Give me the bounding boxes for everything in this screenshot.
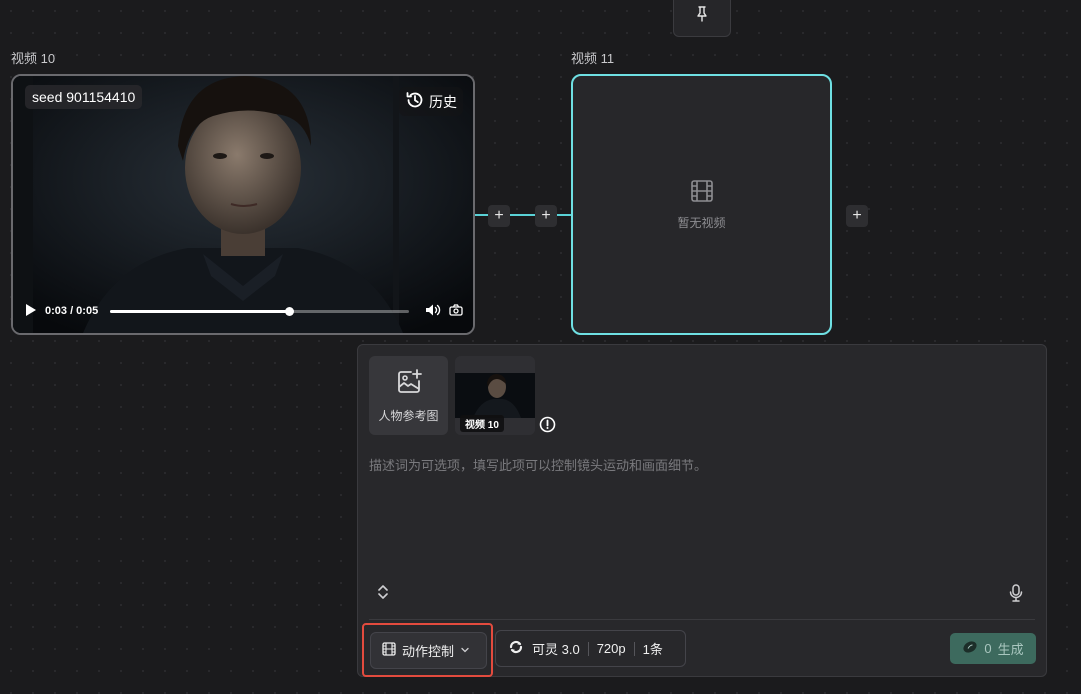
- expand-icon[interactable]: [377, 584, 389, 605]
- empty-video-text: 暂无视频: [677, 215, 726, 230]
- warning-icon[interactable]: [539, 416, 556, 438]
- pin-button[interactable]: [673, 0, 731, 37]
- video-controls: 0:03 / 0:05: [25, 301, 463, 321]
- plus-icon: +: [541, 207, 551, 224]
- resolution-value: 720p: [596, 641, 626, 656]
- count-value: 1条: [642, 642, 663, 657]
- plus-icon: +: [494, 207, 504, 224]
- video-reference-thumbnail[interactable]: 视频 10: [455, 356, 535, 435]
- panel-divider: [369, 619, 1035, 620]
- mic-icon[interactable]: [1009, 584, 1023, 607]
- seed-badge: seed 901154410: [25, 85, 143, 109]
- film-icon: [690, 179, 714, 208]
- mode-select-button[interactable]: 动作控制: [370, 632, 487, 669]
- generation-panel: 人物参考图 视频 10 动作控制: [357, 344, 1047, 677]
- history-button[interactable]: 历史: [399, 87, 463, 116]
- mode-label: 动作控制: [402, 644, 455, 659]
- character-reference-upload[interactable]: 人物参考图: [369, 356, 448, 435]
- node-label-video10: 视频 10: [11, 51, 56, 66]
- model-name: 可灵 3.0: [532, 642, 580, 657]
- chevron-down-icon: [460, 643, 470, 658]
- history-label: 历史: [429, 93, 457, 110]
- mode-highlight: 动作控制: [362, 623, 493, 677]
- thumbnail-tag: 视频 10: [460, 415, 504, 432]
- generate-cost: 0: [984, 641, 992, 656]
- model-settings-button[interactable]: 可灵 3.0 720p 1条: [495, 630, 686, 667]
- progress-bar[interactable]: [110, 306, 409, 316]
- model-logo-icon: [508, 639, 524, 658]
- camera-icon[interactable]: [449, 303, 463, 319]
- generate-button[interactable]: 0 生成: [950, 633, 1036, 664]
- credit-icon: [962, 640, 978, 657]
- video-node-10[interactable]: seed 901154410 历史 0:03 / 0:05: [11, 74, 475, 335]
- add-node-button-left-of-11[interactable]: +: [535, 205, 557, 227]
- add-node-button-right-of-11[interactable]: +: [846, 205, 868, 227]
- plus-icon: +: [852, 207, 862, 224]
- add-node-button-right-of-10[interactable]: +: [488, 205, 510, 227]
- volume-icon[interactable]: [425, 303, 441, 320]
- history-icon: [405, 90, 425, 113]
- pin-icon: [695, 6, 709, 27]
- time-display: 0:03 / 0:05: [45, 305, 99, 317]
- video-node-11[interactable]: 暂无视频: [571, 74, 832, 335]
- progress-knob[interactable]: [285, 306, 295, 316]
- image-add-icon: [395, 368, 423, 399]
- play-icon[interactable]: [25, 303, 37, 320]
- generate-label: 生成: [997, 642, 1024, 657]
- separator: [633, 641, 635, 656]
- separator: [587, 641, 589, 656]
- character-reference-label: 人物参考图: [378, 408, 439, 423]
- prompt-input[interactable]: [369, 455, 1029, 565]
- film-icon: [382, 642, 396, 659]
- progress-fill: [110, 309, 290, 313]
- node-label-video11: 视频 11: [571, 51, 615, 66]
